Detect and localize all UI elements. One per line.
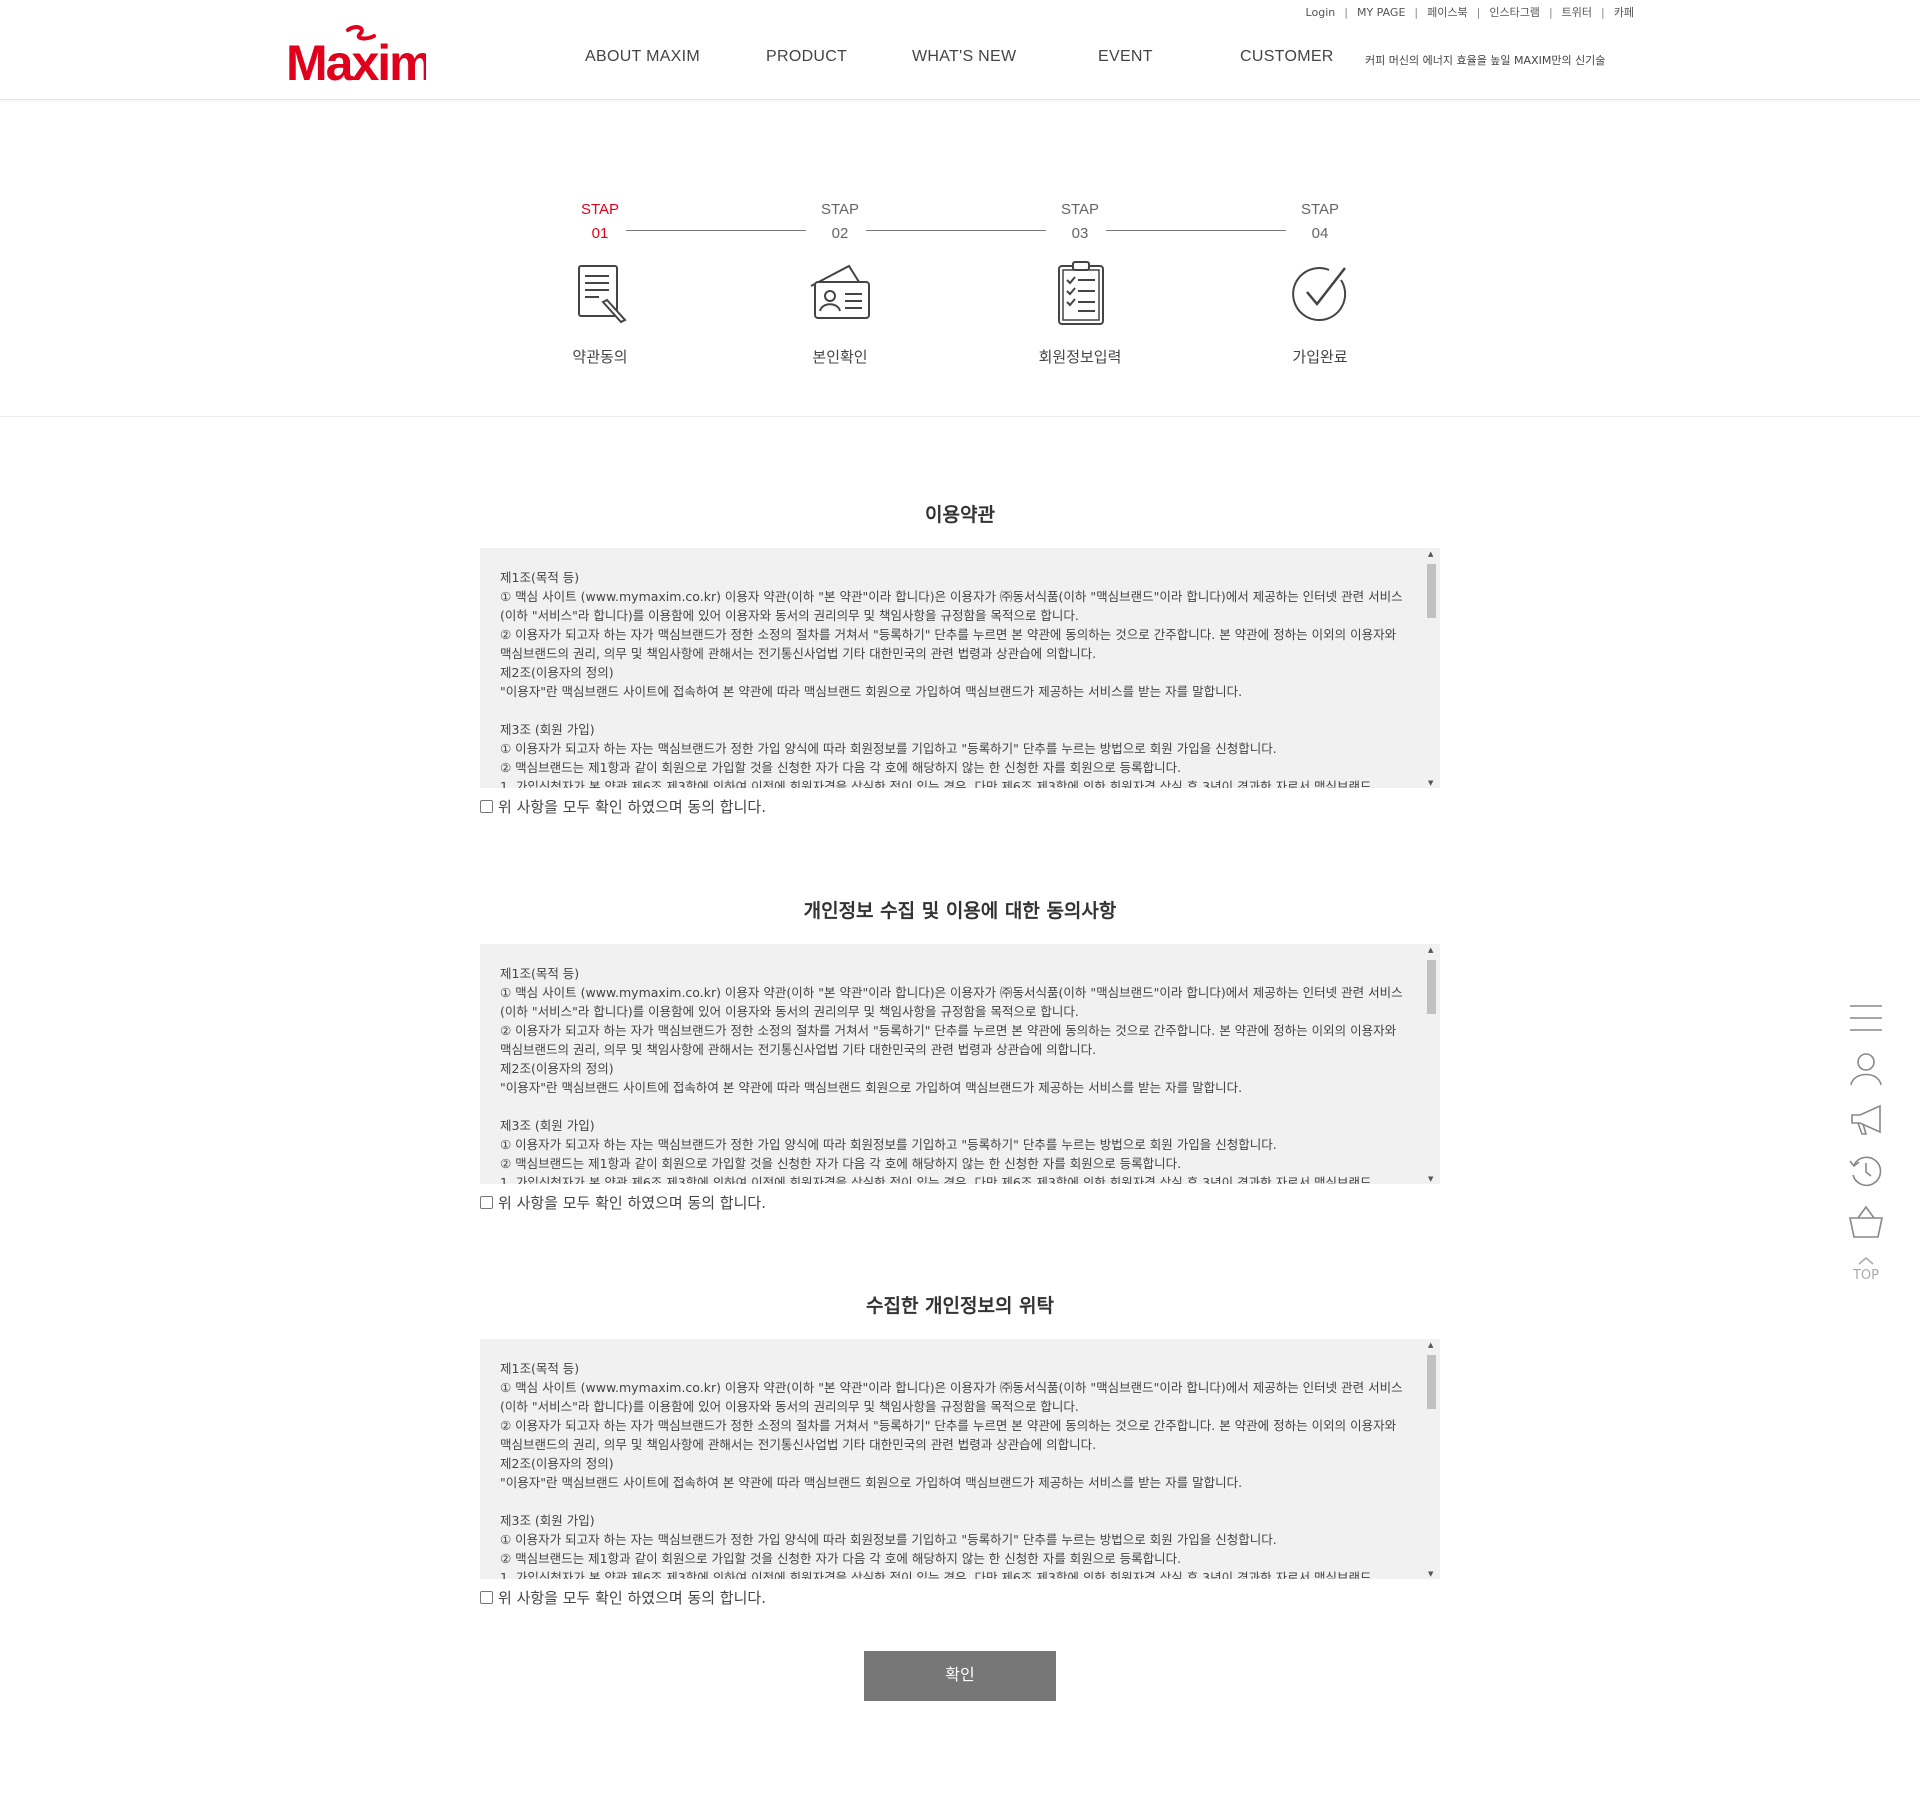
terms-scrollbox[interactable]: 제1조(목적 등) ① 맥심 사이트 (www.mymaxim.co.kr) 이… bbox=[480, 548, 1440, 788]
terms-of-use-section: 이용약관 제1조(목적 등) ① 맥심 사이트 (www.mymaxim.co.… bbox=[480, 500, 1440, 817]
user-icon[interactable] bbox=[1848, 1051, 1884, 1087]
facebook-link[interactable]: 페이스북 bbox=[1427, 4, 1467, 20]
nav-about-maxim[interactable]: ABOUT MAXIM bbox=[585, 48, 700, 66]
scrollbar-thumb[interactable] bbox=[1427, 564, 1436, 618]
privacy-collection-section: 개인정보 수집 및 이용에 대한 동의사항 제1조(목적 등) ① 맥심 사이트… bbox=[480, 896, 1440, 1213]
scroll-down-arrow-icon[interactable]: ▼ bbox=[1428, 1175, 1433, 1183]
history-icon[interactable] bbox=[1848, 1153, 1884, 1189]
header-slogan[interactable]: 커피 머신의 에너지 효율을 높일 MAXIM만의 신기술 bbox=[1365, 52, 1605, 68]
scrollbar-thumb[interactable] bbox=[1427, 1355, 1436, 1409]
step-name: 회원정보입력 bbox=[1038, 348, 1122, 366]
step-3: STAP 03 회원정보입력 bbox=[1000, 198, 1160, 367]
scrollbar[interactable]: ▲ ▼ bbox=[1423, 548, 1440, 788]
section-title: 개인정보 수집 및 이용에 대한 동의사항 bbox=[803, 900, 1117, 922]
chevron-up-icon bbox=[1858, 1257, 1874, 1265]
utility-links: Login | MY PAGE | 페이스북 | 인스타그램 | 트위터 | 카페 bbox=[1305, 4, 1634, 20]
step-number: 02 bbox=[831, 225, 849, 242]
step-2: STAP 02 본인확인 bbox=[760, 198, 920, 367]
scroll-up-arrow-icon[interactable]: ▲ bbox=[1428, 550, 1433, 558]
step-name: 가입완료 bbox=[1292, 348, 1348, 366]
agree-row[interactable]: 위 사항을 모두 확인 하였으며 동의 합니다. bbox=[480, 1192, 1440, 1213]
menu-icon[interactable] bbox=[1848, 1000, 1884, 1036]
scroll-up-arrow-icon[interactable]: ▲ bbox=[1428, 946, 1433, 954]
step-label: STAP bbox=[820, 201, 860, 218]
agree-checkbox[interactable] bbox=[480, 1196, 493, 1209]
agree-checkbox[interactable] bbox=[480, 1591, 493, 1604]
step-label: STAP bbox=[580, 201, 620, 218]
section-title: 이용약관 bbox=[925, 504, 995, 526]
step-label: STAP bbox=[1300, 201, 1340, 218]
scrollbar-thumb[interactable] bbox=[1427, 960, 1436, 1014]
signup-steps: STAP 01 약관동의 STAP 02 본인확인 STAP 03 회원정보입력… bbox=[0, 198, 1920, 368]
nav-event[interactable]: EVENT bbox=[1098, 48, 1153, 66]
id-card-icon bbox=[810, 264, 870, 319]
scrollbar[interactable]: ▲ ▼ bbox=[1423, 1339, 1440, 1579]
step-4: STAP 04 가입완료 bbox=[1240, 198, 1400, 367]
check-circle-icon bbox=[1292, 267, 1347, 322]
quick-menu: TOP bbox=[1848, 1000, 1884, 1283]
clipboard-checklist-icon bbox=[1058, 261, 1104, 325]
step-number: 01 bbox=[591, 225, 609, 242]
login-link[interactable]: Login bbox=[1306, 6, 1336, 19]
terms-text: 제1조(목적 등) ① 맥심 사이트 (www.mymaxim.co.kr) 이… bbox=[500, 966, 1403, 1184]
terms-scrollbox[interactable]: 제1조(목적 등) ① 맥심 사이트 (www.mymaxim.co.kr) 이… bbox=[480, 1339, 1440, 1579]
privacy-outsourcing-section: 수집한 개인정보의 위탁 제1조(목적 등) ① 맥심 사이트 (www.mym… bbox=[480, 1291, 1440, 1608]
mypage-link[interactable]: MY PAGE bbox=[1357, 6, 1405, 19]
megaphone-icon[interactable] bbox=[1848, 1102, 1884, 1138]
step-number: 03 bbox=[1071, 225, 1089, 242]
nav-product[interactable]: PRODUCT bbox=[766, 48, 847, 66]
step-name: 본인확인 bbox=[812, 348, 868, 366]
agree-row[interactable]: 위 사항을 모두 확인 하였으며 동의 합니다. bbox=[480, 796, 1440, 817]
scroll-down-arrow-icon[interactable]: ▼ bbox=[1428, 779, 1433, 787]
scroll-up-arrow-icon[interactable]: ▲ bbox=[1428, 1341, 1433, 1349]
step-1: STAP 01 약관동의 bbox=[520, 198, 680, 367]
nav-customer[interactable]: CUSTOMER bbox=[1240, 48, 1334, 66]
step-number: 04 bbox=[1311, 225, 1329, 242]
scrollbar[interactable]: ▲ ▼ bbox=[1423, 944, 1440, 1184]
scroll-down-arrow-icon[interactable]: ▼ bbox=[1428, 1570, 1433, 1578]
confirm-button[interactable]: 확인 bbox=[864, 1651, 1056, 1701]
agree-row[interactable]: 위 사항을 모두 확인 하였으며 동의 합니다. bbox=[480, 1587, 1440, 1608]
twitter-link[interactable]: 트위터 bbox=[1562, 4, 1592, 20]
svg-text:Maxim: Maxim bbox=[286, 35, 426, 86]
step-name: 약관동의 bbox=[572, 348, 628, 366]
maxim-logo[interactable]: Maxim bbox=[286, 24, 426, 86]
nav-whats-new[interactable]: WHAT'S NEW bbox=[912, 48, 1016, 66]
basket-icon[interactable] bbox=[1848, 1204, 1884, 1240]
section-divider bbox=[0, 416, 1920, 417]
agree-checkbox[interactable] bbox=[480, 800, 493, 813]
agree-label[interactable]: 위 사항을 모두 확인 하였으며 동의 합니다. bbox=[498, 1192, 766, 1213]
terms-text: 제1조(목적 등) ① 맥심 사이트 (www.mymaxim.co.kr) 이… bbox=[500, 570, 1403, 788]
scroll-top-button[interactable]: TOP bbox=[1848, 1255, 1884, 1283]
document-pen-icon bbox=[578, 265, 627, 324]
terms-scrollbox[interactable]: 제1조(목적 등) ① 맥심 사이트 (www.mymaxim.co.kr) 이… bbox=[480, 944, 1440, 1184]
section-title: 수집한 개인정보의 위탁 bbox=[865, 1295, 1055, 1317]
site-header: Login | MY PAGE | 페이스북 | 인스타그램 | 트위터 | 카페 Max… bbox=[0, 0, 1920, 100]
agree-label[interactable]: 위 사항을 모두 확인 하였으며 동의 합니다. bbox=[498, 1587, 766, 1608]
agree-label[interactable]: 위 사항을 모두 확인 하였으며 동의 합니다. bbox=[498, 796, 766, 817]
step-label: STAP bbox=[1060, 201, 1100, 218]
terms-text: 제1조(목적 등) ① 맥심 사이트 (www.mymaxim.co.kr) 이… bbox=[500, 1361, 1403, 1579]
top-label: TOP bbox=[1852, 1268, 1879, 1283]
cafe-link[interactable]: 카페 bbox=[1614, 4, 1634, 20]
instagram-link[interactable]: 인스타그램 bbox=[1489, 4, 1540, 20]
